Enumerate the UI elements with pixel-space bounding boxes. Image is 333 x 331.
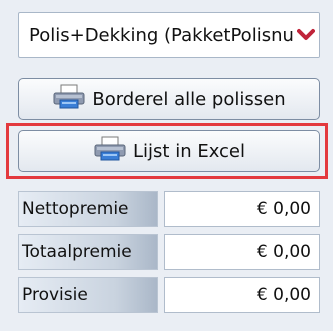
summary-row-nettopremie: Nettopremie € 0,00 (18, 191, 320, 227)
dropdown-selected-value: Polis+Dekking (PakketPolisnummer) (29, 24, 293, 46)
report-panel: Polis+Dekking (PakketPolisnummer) Border… (0, 0, 333, 331)
policy-grouping-dropdown[interactable]: Polis+Dekking (PakketPolisnummer) (18, 12, 320, 58)
borderel-button-label: Borderel alle polissen (92, 88, 286, 110)
borderel-all-policies-button[interactable]: Borderel alle polissen (18, 78, 320, 120)
export-excel-button[interactable]: Lijst in Excel (18, 130, 320, 172)
nettopremie-label: Nettopremie (18, 191, 158, 227)
printer-icon (52, 84, 86, 115)
summary-row-provisie: Provisie € 0,00 (18, 277, 320, 313)
nettopremie-value: € 0,00 (164, 191, 320, 227)
chevron-down-icon[interactable] (293, 13, 319, 57)
printer-icon (93, 136, 127, 167)
totaalpremie-value: € 0,00 (164, 234, 320, 270)
summary-row-totaalpremie: Totaalpremie € 0,00 (18, 234, 320, 270)
totaalpremie-label: Totaalpremie (18, 234, 158, 270)
excel-button-label: Lijst in Excel (133, 140, 245, 162)
provisie-value: € 0,00 (164, 277, 320, 313)
provisie-label: Provisie (18, 277, 158, 313)
